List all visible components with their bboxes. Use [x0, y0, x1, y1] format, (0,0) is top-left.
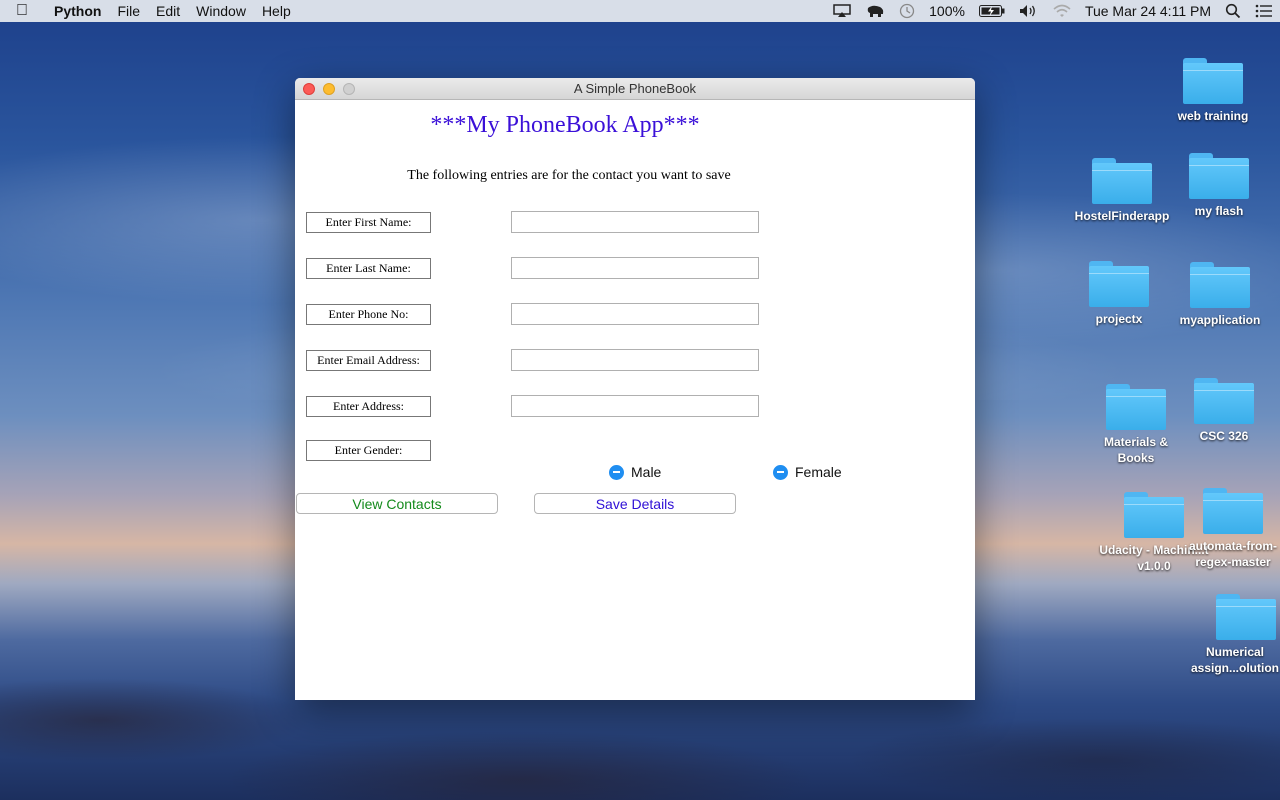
desktop-folder-myapplication[interactable]: myapplication — [1165, 262, 1275, 328]
radio-male-label: Male — [631, 464, 662, 480]
wifi-icon[interactable] — [1046, 4, 1078, 18]
first-name-input[interactable] — [511, 211, 759, 233]
address-label: Enter Address: — [306, 396, 431, 417]
folder-icon — [1190, 262, 1250, 308]
folder-icon — [1089, 261, 1149, 307]
gender-label: Enter Gender: — [306, 440, 431, 461]
instructions-text: The following entries are for the contac… — [407, 168, 731, 183]
first-name-label: Enter First Name: — [306, 212, 431, 233]
save-details-button[interactable]: Save Details — [534, 493, 736, 514]
email-label: Enter Email Address: — [306, 350, 431, 371]
folder-icon — [1216, 594, 1276, 640]
address-input[interactable] — [511, 395, 759, 417]
spotlight-search-icon[interactable] — [1218, 3, 1248, 19]
window-content: ***My PhoneBook App*** The following ent… — [295, 100, 975, 700]
desktop-folder-web-training[interactable]: web training — [1158, 58, 1268, 124]
folder-icon — [1203, 488, 1263, 534]
time-machine-icon[interactable] — [892, 3, 922, 19]
clock-text[interactable]: Tue Mar 24 4:11 PM — [1078, 3, 1218, 19]
folder-icon — [1106, 384, 1166, 430]
gender-radio-female[interactable]: Female — [773, 464, 842, 480]
folder-icon — [1092, 158, 1152, 204]
volume-icon[interactable] — [1012, 4, 1046, 18]
email-input[interactable] — [511, 349, 759, 371]
menu-bar:  Python File Edit Window Help 100% Tue … — [0, 0, 1280, 22]
phonebook-window: A Simple PhoneBook ***My PhoneBook App**… — [295, 78, 975, 700]
radio-female-label: Female — [795, 464, 842, 480]
folder-icon — [1189, 153, 1249, 199]
folder-icon — [1183, 58, 1243, 104]
desktop-folder-csc-326[interactable]: CSC 326 — [1169, 378, 1279, 444]
notification-center-icon[interactable] — [1248, 4, 1280, 18]
desktop-folder-automata[interactable]: automata-from-regex-master — [1178, 488, 1280, 570]
desktop-folder-projectx[interactable]: projectx — [1064, 261, 1174, 327]
airplay-icon[interactable] — [826, 4, 858, 18]
apple-logo-icon[interactable]:  — [0, 2, 44, 20]
app-heading: ***My PhoneBook App*** — [430, 112, 700, 138]
menu-help[interactable]: Help — [254, 3, 299, 19]
battery-percent: 100% — [929, 3, 965, 19]
view-contacts-button[interactable]: View Contacts — [296, 493, 498, 514]
desktop-folder-my-flash[interactable]: my flash — [1164, 153, 1274, 219]
menu-file[interactable]: File — [109, 3, 148, 19]
window-titlebar[interactable]: A Simple PhoneBook — [295, 78, 975, 100]
gender-radio-male[interactable]: Male — [609, 464, 661, 480]
desktop-folder-numerical[interactable]: Numerical assign...olution — [1170, 594, 1280, 676]
menu-window[interactable]: Window — [188, 3, 254, 19]
window-title: A Simple PhoneBook — [573, 81, 697, 96]
radio-male-icon[interactable] — [609, 464, 624, 480]
folder-icon — [1124, 492, 1184, 538]
battery-icon[interactable] — [972, 5, 1012, 17]
folder-icon — [1194, 378, 1254, 424]
desktop-folder-hostelfinderapp[interactable]: HostelFinderapp — [1067, 158, 1177, 224]
radio-female-icon[interactable] — [773, 464, 788, 480]
last-name-input[interactable] — [511, 257, 759, 279]
menu-app-name[interactable]: Python — [44, 3, 109, 19]
elephant-icon[interactable] — [858, 4, 892, 18]
phone-input[interactable] — [511, 303, 759, 325]
phone-label: Enter Phone No: — [306, 304, 431, 325]
menu-edit[interactable]: Edit — [148, 3, 188, 19]
last-name-label: Enter Last Name: — [306, 258, 431, 279]
